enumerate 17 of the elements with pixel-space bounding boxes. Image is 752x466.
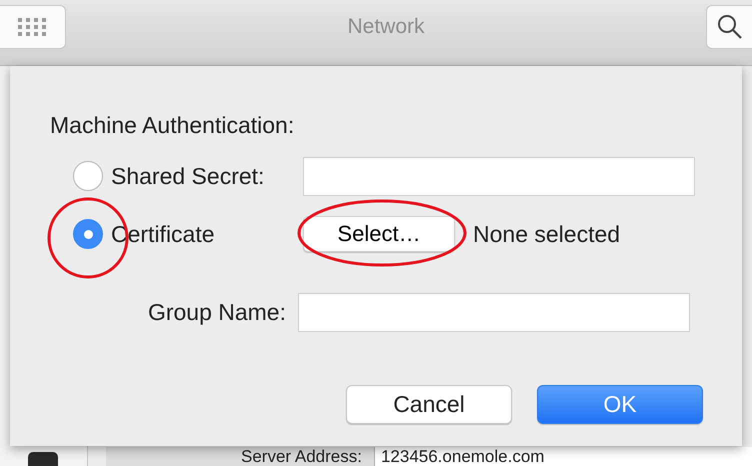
- radio-button[interactable]: [73, 161, 103, 191]
- grid-icon: [18, 18, 48, 36]
- group-name-label: Group Name:: [146, 298, 287, 326]
- window-title: Network: [347, 14, 425, 38]
- radio-button[interactable]: [73, 219, 103, 249]
- status-text: None selected: [473, 220, 620, 248]
- server-address-label: Server Address:: [241, 447, 362, 466]
- server-address-value: 123456.onemole.com: [374, 447, 752, 466]
- input-field[interactable]: [303, 156, 695, 196]
- search-icon: [716, 14, 742, 40]
- select-button[interactable]: Select…: [303, 216, 455, 252]
- option-label: Shared Secret:: [111, 162, 266, 190]
- input-field[interactable]: [298, 292, 690, 332]
- section-heading: Machine Authentication:: [50, 112, 296, 139]
- show-all-button[interactable]: [0, 4, 66, 48]
- search-button[interactable]: [706, 4, 752, 48]
- cancel-button[interactable]: Cancel: [346, 385, 512, 424]
